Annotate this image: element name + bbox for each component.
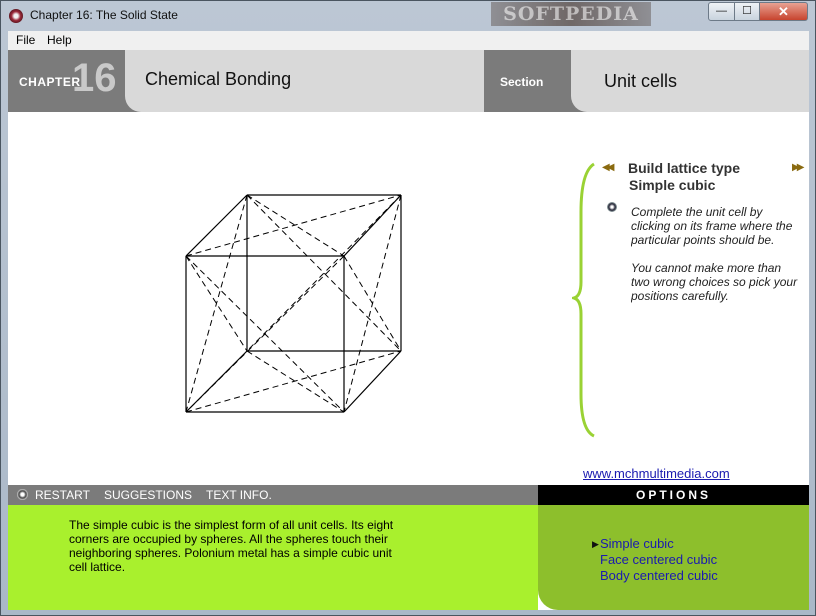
build-lattice-label: Build lattice type [628,160,741,176]
face-diagonal [185,194,248,413]
speaker-icon[interactable] [607,202,617,212]
instruction-panel: ◀◀ Build lattice type ▶▶ Simple cubic Co… [572,160,805,438]
face-diagonal [246,194,345,257]
restart-button[interactable]: RESTART [35,488,90,502]
text-info-button[interactable]: TEXT INFO. [206,488,272,502]
description-text: The simple cubic is the simplest form of… [69,518,394,574]
cube-edge [343,350,402,413]
chapter-header: CHAPTER 16 Chemical Bonding Section Unit… [8,50,809,112]
suggestions-button[interactable]: SUGGESTIONS [104,488,192,502]
instruction-paragraph: Complete the unit cell by clicking on it… [631,205,793,247]
menu-file[interactable]: File [16,33,35,47]
description-panel: The simple cubic is the simplest form of… [8,505,538,610]
option-face-centered-cubic[interactable]: Face centered cubic [600,552,717,567]
minimize-button[interactable]: — [708,2,735,21]
instructions-text: Complete the unit cell by clicking on it… [631,205,801,327]
options-header: OPTIONS [538,485,809,505]
options-panel: ▶ Simple cubic Face centered cubic Body … [538,505,809,610]
brace-decoration [572,162,595,438]
app-icon [9,9,23,23]
option-simple-cubic[interactable]: Simple cubic [600,536,674,551]
menu-bar: File Help [8,31,809,50]
menu-help[interactable]: Help [47,33,72,47]
section-label: Section [500,75,544,89]
instruction-paragraph: You cannot make more than two wrong choi… [631,261,798,303]
title-bar[interactable]: Chapter 16: The Solid State SOFTPEDIA — … [1,1,815,31]
maximize-button[interactable]: ☐ [734,2,760,21]
face-diagonal [185,350,402,413]
control-bar: RESTART SUGGESTIONS TEXT INFO. [8,485,538,505]
website-link[interactable]: www.mchmultimedia.com [583,466,730,481]
chapter-title: Chemical Bonding [145,69,292,89]
selected-arrow-icon: ▶ [592,539,599,549]
app-window: Chapter 16: The Solid State SOFTPEDIA — … [0,0,816,616]
content-area: CHAPTER 16 Chemical Bonding Section Unit… [8,50,809,610]
face-diagonal [246,350,345,413]
next-arrow-icon[interactable]: ▶▶ [792,162,805,173]
face-diagonal [185,194,402,257]
audio-icon[interactable] [17,489,28,500]
previous-arrow-icon[interactable]: ◀◀ [602,162,615,173]
section-value: Unit cells [604,71,678,91]
close-button[interactable]: ✕ [759,2,808,21]
build-lattice-value: Simple cubic [629,177,716,193]
face-diagonal [343,194,402,413]
chapter-number: 16 [72,56,117,100]
softpedia-watermark: SOFTPEDIA [491,2,651,26]
cube-diagram[interactable] [184,193,414,418]
window-title: Chapter 16: The Solid State [30,8,178,22]
option-body-centered-cubic[interactable]: Body centered cubic [600,568,718,583]
unit-cell-canvas[interactable] [184,193,414,423]
